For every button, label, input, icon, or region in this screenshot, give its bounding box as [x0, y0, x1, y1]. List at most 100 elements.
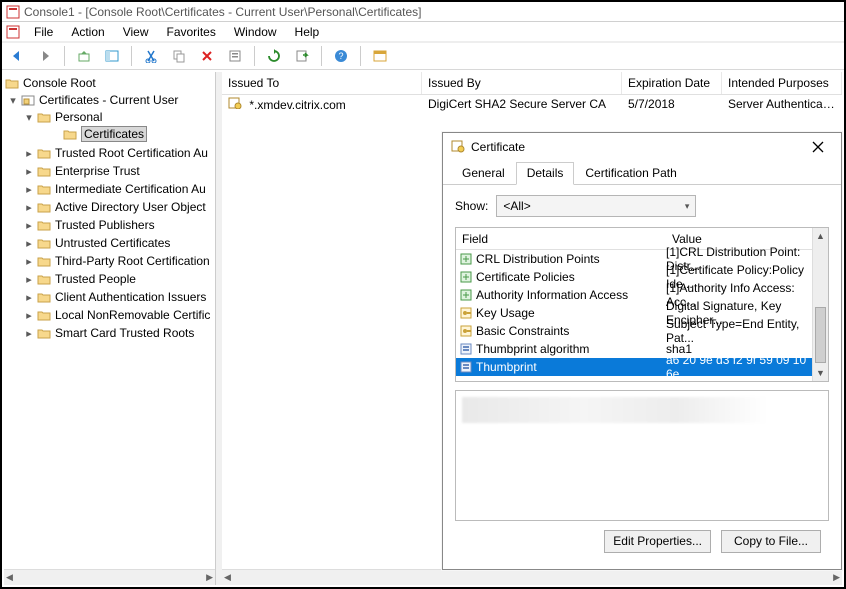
tree-personal[interactable]: ▾ Personal [22, 109, 215, 125]
expand-icon[interactable]: ▸ [22, 327, 36, 340]
refresh-button[interactable] [263, 45, 285, 67]
field-icon [456, 271, 476, 283]
folder-icon [36, 254, 52, 268]
tree-folder[interactable]: ▸Trusted Publishers [22, 217, 215, 233]
scroll-thumb[interactable] [815, 307, 826, 363]
scroll-left-icon[interactable]: ◀ [224, 572, 231, 583]
tree-folder[interactable]: ▸ Intermediate Certification Au [22, 181, 215, 197]
tree-hscrollbar[interactable]: ◀ ▶ [4, 569, 215, 585]
title-bar: Console1 - [Console Root\Certificates - … [2, 2, 844, 22]
tree-certs-user[interactable]: ▾ Certificates - Current User [6, 92, 215, 108]
tree-folder[interactable]: ▸ Active Directory User Object [22, 199, 215, 215]
folder-icon [62, 127, 78, 141]
scroll-down-icon[interactable]: ▼ [813, 365, 828, 381]
field-value: a6 20 9e d3 f2 9f 59 09 10 6e ... [666, 353, 812, 381]
close-button[interactable] [803, 137, 833, 157]
copy-to-file-button[interactable]: Copy to File... [721, 530, 821, 553]
scroll-left-icon[interactable]: ◀ [6, 572, 13, 583]
cut-button[interactable] [140, 45, 162, 67]
folder-icon [4, 76, 20, 90]
field-name: Key Usage [476, 306, 666, 320]
col-purposes[interactable]: Intended Purposes [722, 72, 842, 94]
tree-certificates[interactable]: Certificates [62, 126, 215, 142]
expand-icon[interactable]: ▸ [22, 237, 36, 250]
menu-help[interactable]: Help [287, 23, 328, 41]
collapse-icon[interactable]: ▾ [6, 94, 20, 107]
tree-folder-label: Smart Card Trusted Roots [55, 326, 194, 340]
tree-folder-label: Enterprise Trust [55, 164, 140, 178]
tree-folder[interactable]: ▸Client Authentication Issuers [22, 289, 215, 305]
expand-icon[interactable]: ▸ [22, 201, 36, 214]
value-textbox[interactable] [455, 390, 829, 521]
tree-folder[interactable]: ▸Trusted People [22, 271, 215, 287]
expand-icon[interactable]: ▸ [22, 183, 36, 196]
expand-icon[interactable]: ▸ [22, 165, 36, 178]
up-button[interactable] [73, 45, 95, 67]
col-expiration[interactable]: Expiration Date [622, 72, 722, 94]
toolbar: ? [2, 42, 844, 70]
expand-icon[interactable]: ▸ [22, 255, 36, 268]
col-value[interactable]: Value [666, 232, 812, 246]
menu-file[interactable]: File [26, 23, 61, 41]
window-title: Console1 - [Console Root\Certificates - … [24, 5, 422, 19]
delete-button[interactable] [196, 45, 218, 67]
scroll-up-icon[interactable]: ▲ [813, 228, 828, 244]
help-button[interactable]: ? [330, 45, 352, 67]
tree-folder[interactable]: ▸ Enterprise Trust [22, 163, 215, 179]
back-button[interactable] [6, 45, 28, 67]
list-row[interactable]: *.xmdev.citrix.com DigiCert SHA2 Secure … [222, 95, 842, 113]
col-field[interactable]: Field [456, 232, 666, 246]
tree-folder[interactable]: ▸ Third-Party Root Certification [22, 253, 215, 269]
menu-bar: File Action View Favorites Window Help [2, 22, 844, 42]
tree-root[interactable]: Console Root [4, 75, 215, 91]
forward-button[interactable] [34, 45, 56, 67]
export-list-button[interactable] [291, 45, 313, 67]
menu-window[interactable]: Window [226, 23, 285, 41]
edit-properties-button[interactable]: Edit Properties... [604, 530, 711, 553]
show-dropdown[interactable]: <All> ▾ [496, 195, 696, 217]
scroll-right-icon[interactable]: ▶ [833, 572, 840, 583]
tree-folder[interactable]: ▸ Trusted Root Certification Au [22, 145, 215, 161]
menu-action[interactable]: Action [63, 23, 112, 41]
properties-button[interactable] [224, 45, 246, 67]
scroll-right-icon[interactable]: ▶ [206, 572, 213, 583]
certificate-dialog: Certificate General Details Certificatio… [442, 132, 842, 570]
field-row[interactable]: Thumbprinta6 20 9e d3 f2 9f 59 09 10 6e … [456, 358, 812, 376]
tree-folder-label: Local NonRemovable Certific [55, 308, 210, 322]
tree-folder-label: Intermediate Certification Au [55, 182, 206, 196]
field-icon [456, 253, 476, 265]
expand-icon[interactable]: ▸ [22, 309, 36, 322]
expand-icon[interactable]: ▸ [22, 219, 36, 232]
fields-vscrollbar[interactable]: ▲ ▼ [812, 228, 828, 381]
expand-icon[interactable]: ▸ [22, 273, 36, 286]
tree-folder-label: Active Directory User Object [55, 200, 206, 214]
tree-folder[interactable]: ▸ Local NonRemovable Certific [22, 307, 215, 323]
folder-icon [36, 290, 52, 304]
tab-general[interactable]: General [451, 162, 516, 185]
tab-certification-path[interactable]: Certification Path [574, 162, 687, 185]
view-options-button[interactable] [369, 45, 391, 67]
folder-icon [36, 326, 52, 340]
col-issued-to[interactable]: Issued To [222, 72, 422, 94]
certificate-icon [228, 96, 244, 110]
expand-icon[interactable]: ▸ [22, 147, 36, 160]
menu-view[interactable]: View [115, 23, 157, 41]
field-name: Basic Constraints [476, 324, 666, 338]
field-name: CRL Distribution Points [476, 252, 666, 266]
cell-purposes: Server Authenticati... [722, 97, 842, 111]
list-hscrollbar[interactable]: ◀ ▶ [222, 569, 842, 585]
field-row[interactable]: Basic ConstraintsSubject Type=End Entity… [456, 322, 812, 340]
menu-favorites[interactable]: Favorites [159, 23, 224, 41]
show-hide-tree-button[interactable] [101, 45, 123, 67]
col-issued-by[interactable]: Issued By [422, 72, 622, 94]
copy-button[interactable] [168, 45, 190, 67]
tree-folder[interactable]: ▸Untrusted Certificates [22, 235, 215, 251]
field-name: Thumbprint algorithm [476, 342, 666, 356]
tree-folder-label: Trusted Root Certification Au [55, 146, 208, 160]
folder-icon [36, 272, 52, 286]
tree-folder[interactable]: ▸ Smart Card Trusted Roots [22, 325, 215, 341]
expand-icon[interactable]: ▸ [22, 291, 36, 304]
tree-folder-label: Third-Party Root Certification [55, 254, 210, 268]
collapse-icon[interactable]: ▾ [22, 111, 36, 124]
tab-details[interactable]: Details [516, 162, 575, 185]
